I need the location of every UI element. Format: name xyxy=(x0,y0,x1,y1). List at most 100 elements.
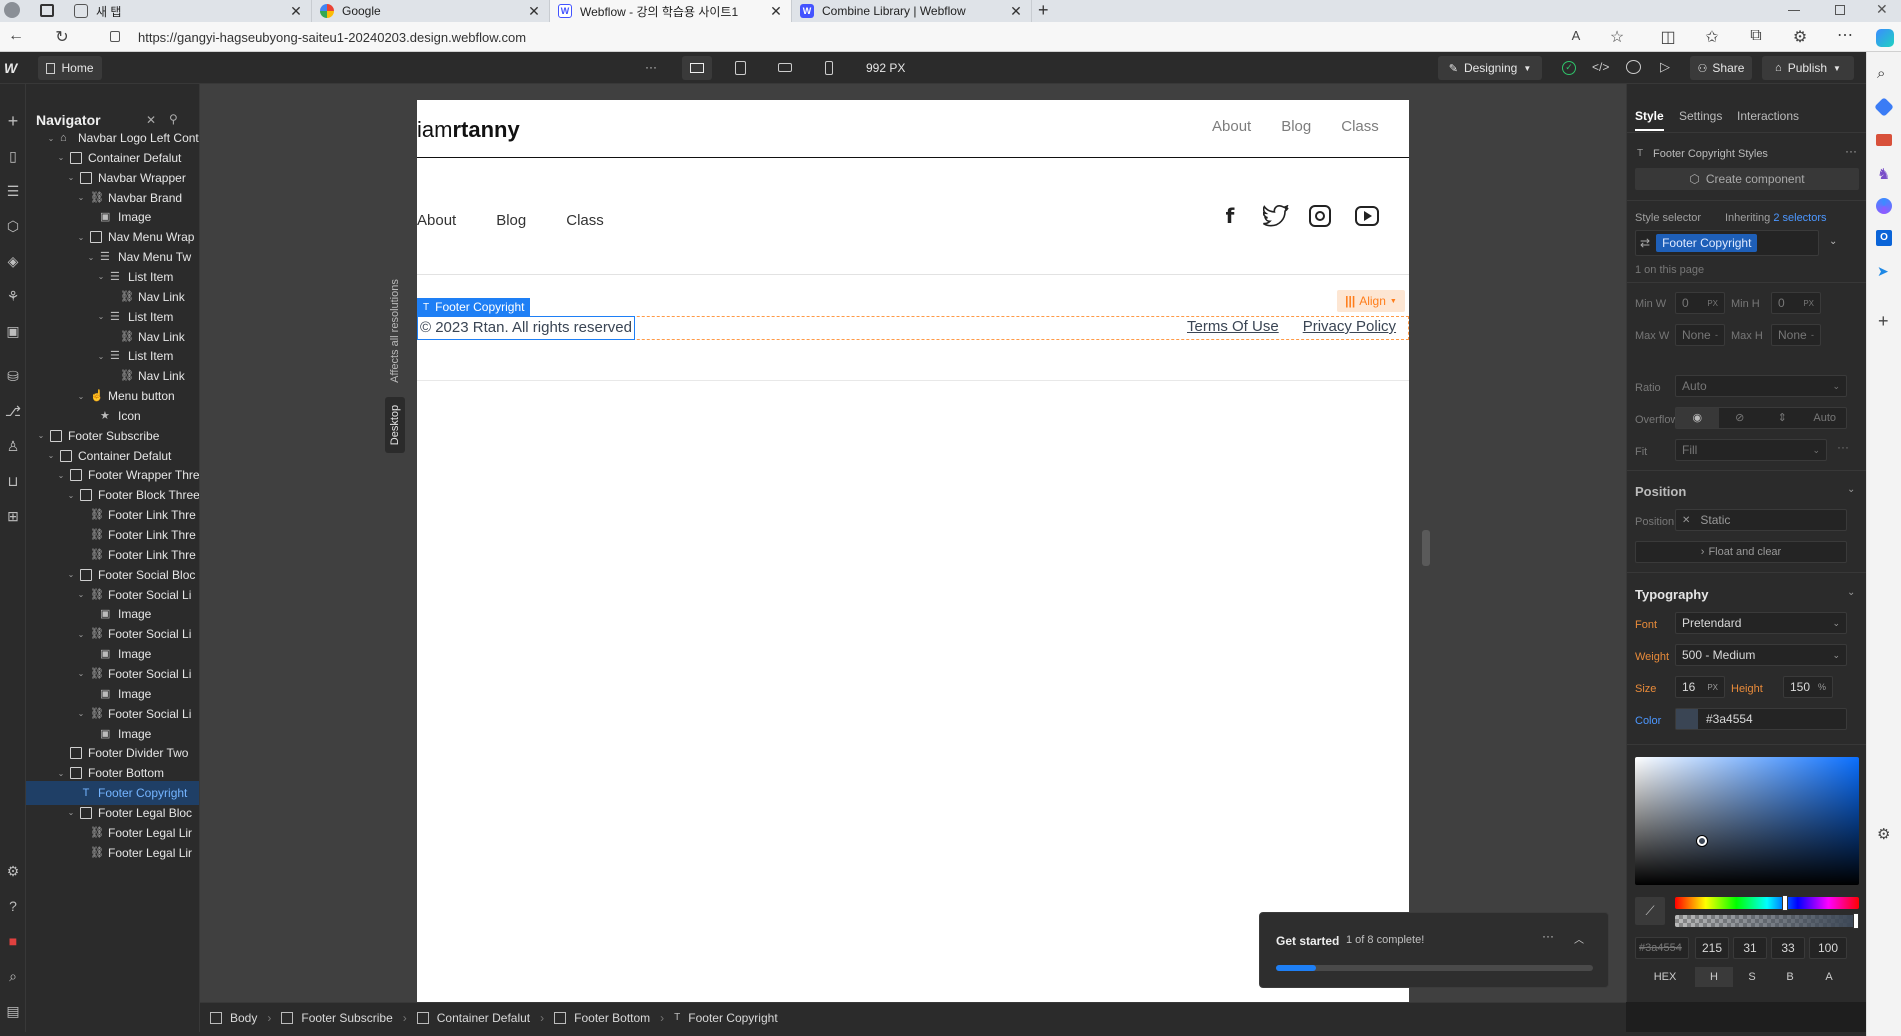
design-canvas-page[interactable]: iamrtanny About Blog Class About Blog Cl… xyxy=(417,100,1409,1002)
restore-icon[interactable] xyxy=(1835,5,1845,15)
footer-link-about[interactable]: About xyxy=(417,212,456,229)
max-width-input[interactable]: None - xyxy=(1675,324,1725,346)
mode-hex[interactable]: HEX xyxy=(1635,967,1695,987)
code-icon[interactable]: </> xyxy=(1592,60,1609,74)
line-height-input[interactable]: 150 % xyxy=(1783,676,1833,698)
selector-chip[interactable]: Footer Copyright xyxy=(1656,234,1758,252)
tab-interactions[interactable]: Interactions xyxy=(1737,109,1799,123)
copilot-icon[interactable] xyxy=(1876,29,1894,47)
collections-icon[interactable]: ⧉ xyxy=(1746,27,1766,45)
youtube-icon[interactable] xyxy=(1355,206,1379,226)
variables-icon[interactable]: ◈ xyxy=(4,252,22,270)
tab-settings[interactable]: Settings xyxy=(1679,109,1722,123)
font-select[interactable]: Pretendard ⌄ xyxy=(1675,612,1847,634)
preview-play-icon[interactable]: ▷ xyxy=(1660,59,1670,75)
collapse-chevron-icon[interactable]: ︿ xyxy=(1574,931,1584,946)
webflow-logo-icon[interactable]: W xyxy=(4,60,17,76)
chevron-down-icon[interactable]: ⌄ xyxy=(76,630,86,639)
close-tab-icon[interactable]: ✕ xyxy=(289,3,303,20)
typography-section-header[interactable]: Typography xyxy=(1635,587,1708,602)
settings-icon[interactable]: ⚙ xyxy=(4,862,22,880)
nav-link-about[interactable]: About xyxy=(1212,118,1251,135)
canvas-resize-handle[interactable] xyxy=(1422,530,1430,566)
assets-icon[interactable]: ▣ xyxy=(4,322,22,340)
recording-icon[interactable]: ■ xyxy=(4,932,22,950)
overflow-auto-option[interactable]: Auto xyxy=(1804,408,1847,428)
privacy-policy-link[interactable]: Privacy Policy xyxy=(1303,318,1396,335)
pin-icon[interactable]: ⚲ xyxy=(169,112,178,126)
add-app-icon[interactable]: + xyxy=(1878,311,1889,332)
chevron-down-icon[interactable]: ⌄ xyxy=(76,590,86,599)
mobile-landscape-icon[interactable] xyxy=(778,63,792,72)
more-icon[interactable]: ··· xyxy=(1845,144,1857,158)
brightness-input[interactable]: 33 xyxy=(1771,937,1805,959)
shopping-tag-icon[interactable] xyxy=(1874,97,1894,117)
instagram-icon[interactable] xyxy=(1309,205,1331,227)
ratio-select[interactable]: Auto ⌄ xyxy=(1675,375,1847,397)
comments-icon[interactable] xyxy=(1626,60,1641,74)
font-size-input[interactable]: 16 PX xyxy=(1675,676,1725,698)
chevron-down-icon[interactable]: ⌄ xyxy=(66,173,76,182)
close-tab-icon[interactable]: ✕ xyxy=(527,3,541,20)
selected-element-tag[interactable]: T Footer Copyright xyxy=(417,298,531,316)
share-button[interactable]: ⚇ Share xyxy=(1690,56,1752,80)
chevron-down-icon[interactable]: ⌄ xyxy=(66,491,76,500)
saturation-value-field[interactable] xyxy=(1635,757,1859,885)
selector-toggle-icon[interactable]: ⇄ xyxy=(1640,236,1650,250)
breadcrumb-item[interactable]: T Footer Copyright xyxy=(664,1003,787,1033)
alpha-slider[interactable] xyxy=(1675,913,1859,929)
navigator-icon[interactable]: ☰ xyxy=(4,182,22,200)
close-icon[interactable]: ✕ xyxy=(146,113,156,127)
twitter-icon[interactable] xyxy=(1263,205,1289,227)
search-icon[interactable]: ⌕ xyxy=(1877,65,1885,82)
footer-link-class[interactable]: Class xyxy=(566,212,604,229)
breadcrumb-item[interactable]: Footer Subscribe xyxy=(271,1003,402,1033)
outlook-icon[interactable]: O xyxy=(1876,230,1892,246)
fit-select[interactable]: Fill ⌄ xyxy=(1675,439,1827,461)
mode-s[interactable]: S xyxy=(1733,967,1771,987)
alpha-input[interactable]: 100 xyxy=(1809,937,1847,959)
hue-input[interactable]: 215 xyxy=(1695,937,1729,959)
footer-link-blog[interactable]: Blog xyxy=(496,212,526,229)
tab-actions-icon[interactable] xyxy=(40,4,54,17)
navigator-item[interactable]: ⛓ Footer Legal Lir xyxy=(26,841,199,865)
tab-style[interactable]: Style xyxy=(1635,109,1664,131)
components-icon[interactable]: ⬡ xyxy=(4,217,22,235)
chevron-down-icon[interactable]: ⌄ xyxy=(1847,587,1855,598)
selector-dropdown-chevron-icon[interactable]: ⌄ xyxy=(1829,236,1837,247)
get-started-widget[interactable]: Get started 1 of 8 complete! ··· ︿ xyxy=(1259,912,1609,988)
float-clear-button[interactable]: › Float and clear xyxy=(1635,541,1847,563)
help-icon[interactable]: ? xyxy=(4,897,22,915)
browser-tab-active[interactable]: W Webflow - 강의 학습용 사이트1 ✕ xyxy=(550,0,792,22)
browser-tab[interactable]: 새 탭 ✕ xyxy=(66,0,312,22)
minimize-icon[interactable] xyxy=(1788,10,1800,11)
mode-b[interactable]: B xyxy=(1771,967,1809,987)
breadcrumb-item[interactable]: Footer Bottom xyxy=(544,1003,660,1033)
alpha-slider-handle[interactable] xyxy=(1853,913,1859,929)
chevron-down-icon[interactable]: ⌄ xyxy=(56,471,66,480)
eyedropper-icon[interactable]: ⟋ xyxy=(1635,897,1665,925)
games-icon[interactable]: ♞ xyxy=(1877,165,1890,183)
min-height-input[interactable]: 0 PX xyxy=(1771,292,1821,314)
mode-dropdown[interactable]: ✎ Designing ▼ xyxy=(1438,56,1542,80)
read-aloud-icon[interactable]: A xyxy=(1566,28,1586,43)
apps-icon[interactable]: ⊞ xyxy=(4,507,22,525)
position-select[interactable]: ✕ Static xyxy=(1675,509,1847,531)
send-icon[interactable]: ➤ xyxy=(1877,263,1889,280)
refresh-icon[interactable]: ↻ xyxy=(52,27,72,47)
favorites-icon[interactable]: ✩ xyxy=(1702,27,1722,47)
chevron-down-icon[interactable]: ⌄ xyxy=(56,769,66,778)
add-panel-icon[interactable]: + xyxy=(4,112,22,130)
desktop-breakpoint-button[interactable] xyxy=(682,56,712,80)
create-component-button[interactable]: ⬡ Create component xyxy=(1635,168,1859,190)
sidebar-settings-icon[interactable]: ⚙ xyxy=(1877,825,1890,843)
copilot-app-icon[interactable] xyxy=(1876,198,1892,214)
favorite-star-icon[interactable]: ☆ xyxy=(1607,27,1627,47)
breadcrumb-item[interactable]: Body xyxy=(200,1003,267,1033)
overflow-visible-icon[interactable]: ◉ xyxy=(1676,408,1719,428)
facebook-icon[interactable]: f xyxy=(1219,204,1241,230)
nav-link-class[interactable]: Class xyxy=(1341,118,1379,135)
weight-select[interactable]: 500 - Medium ⌄ xyxy=(1675,644,1847,666)
breadcrumb-item[interactable]: Container Defalut xyxy=(407,1003,540,1033)
overflow-scroll-icon[interactable]: ⇕ xyxy=(1761,408,1804,428)
